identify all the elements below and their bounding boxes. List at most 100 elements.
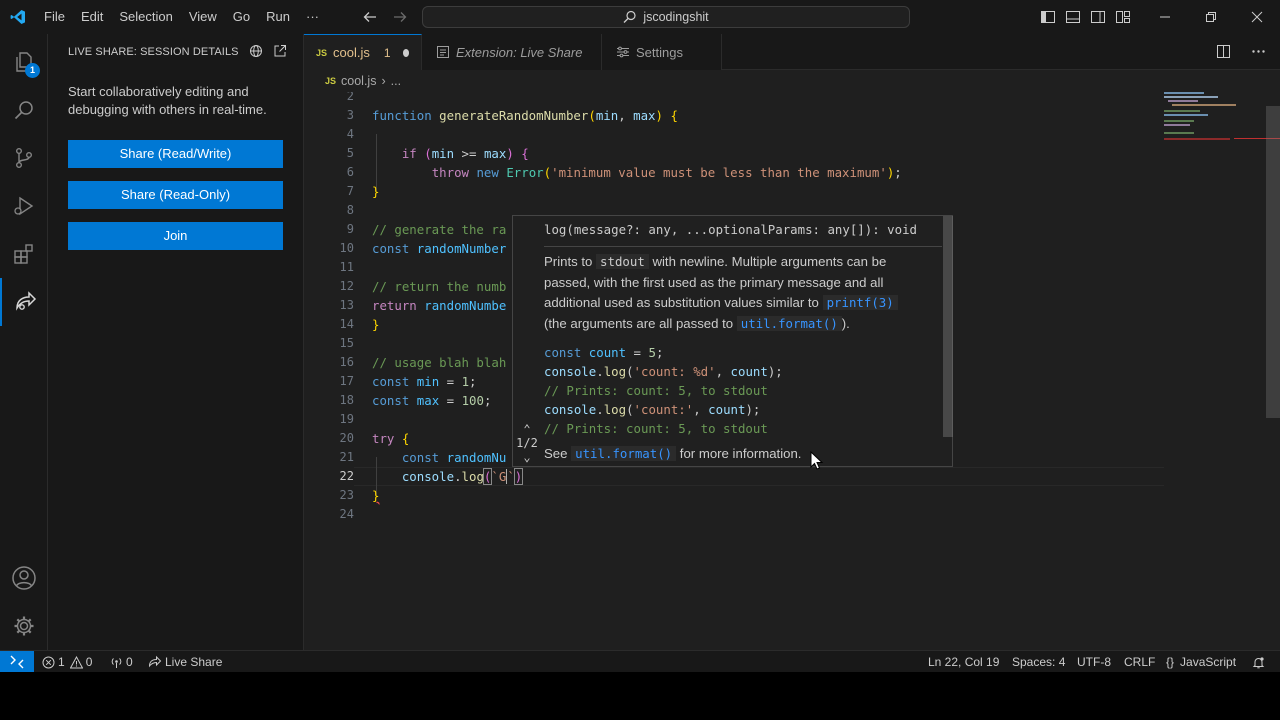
- editor-tabs: JS cool.js 1 Extension: Live Share Setti…: [304, 34, 1280, 70]
- line-number: 17: [339, 374, 354, 388]
- error-icon: [42, 656, 55, 668]
- encoding-status[interactable]: UTF-8: [1077, 651, 1111, 673]
- ports-count: 0: [126, 655, 133, 669]
- share-read-write-button[interactable]: Share (Read/Write): [68, 140, 283, 168]
- explorer-button[interactable]: 1: [0, 38, 48, 86]
- tab-cool-js[interactable]: JS cool.js 1: [304, 34, 422, 70]
- indentation-status[interactable]: Spaces: 4: [1012, 651, 1065, 673]
- split-editor-icon[interactable]: [1216, 44, 1231, 59]
- line-number: 4: [346, 127, 354, 141]
- line-number: 13: [339, 298, 354, 312]
- minimap-line: [1164, 124, 1190, 126]
- line-number: 10: [339, 241, 354, 255]
- eol-status[interactable]: CRLF: [1124, 651, 1155, 673]
- join-button[interactable]: Join: [68, 222, 283, 250]
- tab-extension-live-share[interactable]: Extension: Live Share: [422, 34, 602, 70]
- back-arrow-icon[interactable]: [362, 9, 378, 25]
- code-line: }: [372, 488, 380, 503]
- search-icon: [14, 101, 33, 120]
- minimap[interactable]: [1162, 92, 1280, 650]
- menu-view[interactable]: View: [181, 0, 225, 34]
- toggle-panel-icon[interactable]: [1065, 9, 1081, 25]
- live-share-icon: [16, 291, 37, 311]
- breadcrumb-symbol[interactable]: ...: [391, 74, 401, 88]
- live-share-status[interactable]: Live Share: [148, 651, 222, 673]
- run-debug-button[interactable]: [0, 182, 48, 230]
- manage-button[interactable]: [0, 602, 48, 650]
- remote-icon: [10, 655, 24, 669]
- open-external-icon[interactable]: [273, 44, 287, 58]
- close-icon: [1251, 11, 1263, 23]
- share-read-only-button[interactable]: Share (Read-Only): [68, 181, 283, 209]
- minimap-line: [1164, 110, 1200, 112]
- remote-indicator-button[interactable]: [0, 651, 34, 673]
- code-line: const randomNu: [401, 450, 507, 465]
- more-actions-icon[interactable]: [1251, 44, 1266, 59]
- vertical-scrollbar[interactable]: [1266, 106, 1280, 418]
- doc-code-example: const count = 5; console.log('count: %d'…: [544, 345, 783, 436]
- forward-arrow-icon[interactable]: [392, 9, 408, 25]
- line-number: 12: [339, 279, 354, 293]
- signature-text: log(message?: any, ...optionalParams: an…: [544, 222, 917, 237]
- search-view-button[interactable]: [0, 86, 48, 134]
- breadcrumb-file[interactable]: cool.js: [341, 74, 376, 88]
- extensions-button[interactable]: [0, 230, 48, 278]
- menu-selection[interactable]: Selection: [111, 0, 180, 34]
- minimap-error-line: [1164, 138, 1230, 140]
- minimize-button[interactable]: [1142, 0, 1188, 34]
- accounts-button[interactable]: [0, 554, 48, 602]
- chevron-down-icon[interactable]: ⌄: [513, 451, 541, 463]
- line-number: 15: [339, 336, 354, 350]
- hover-documentation: Prints to stdout with newline. Multiple …: [544, 252, 924, 334]
- menu-edit[interactable]: Edit: [73, 0, 111, 34]
- source-control-button[interactable]: [0, 134, 48, 182]
- menu-go[interactable]: Go: [225, 0, 258, 34]
- tab-settings[interactable]: Settings: [602, 34, 722, 70]
- line-number: 16: [339, 355, 354, 369]
- source-control-icon: [15, 148, 32, 169]
- line-number: 19: [339, 412, 354, 426]
- line-number: 9: [346, 222, 354, 236]
- doc-link-util-format[interactable]: util.format(): [736, 315, 842, 331]
- toggle-secondary-sidebar-icon[interactable]: [1090, 9, 1106, 25]
- chevron-up-icon[interactable]: ⌃: [513, 423, 541, 435]
- restore-button[interactable]: [1188, 0, 1234, 34]
- vscode-logo-icon: [0, 0, 36, 34]
- minimap-line: [1172, 104, 1236, 106]
- problems-status[interactable]: 1 0: [42, 651, 92, 673]
- ports-status[interactable]: 0: [110, 651, 133, 673]
- tab-problem-count: 1: [383, 45, 391, 60]
- warning-count: 0: [85, 655, 93, 669]
- hover-separator: [544, 246, 942, 247]
- minimap-line: [1164, 96, 1218, 98]
- menu-file[interactable]: File: [36, 0, 73, 34]
- doc-text: Prints to: [544, 254, 597, 269]
- account-icon: [12, 566, 36, 590]
- doc-text: ).: [841, 315, 850, 331]
- code-line: // generate the ra: [372, 222, 507, 237]
- line-number: 21: [339, 450, 354, 464]
- doc-link-util-format[interactable]: util.format(): [571, 446, 677, 461]
- toggle-primary-sidebar-icon[interactable]: [1040, 9, 1056, 25]
- close-button[interactable]: [1234, 0, 1280, 34]
- doc-text: for more information.: [676, 446, 802, 461]
- code-line-current: console.log(`G`): [401, 468, 524, 485]
- hover-scrollbar[interactable]: [943, 216, 953, 437]
- menu-more[interactable]: ···: [298, 0, 327, 34]
- javascript-file-icon: JS: [316, 47, 328, 58]
- customize-layout-icon[interactable]: [1115, 9, 1131, 25]
- command-center-search[interactable]: jscodingshit: [422, 6, 910, 28]
- title-bar: File Edit Selection View Go Run ··· jsco…: [0, 0, 1280, 34]
- notifications-button[interactable]: [1252, 651, 1265, 673]
- language-mode-status[interactable]: {} JavaScript: [1166, 651, 1236, 673]
- unsaved-dot-icon[interactable]: [402, 48, 409, 57]
- live-share-button[interactable]: [0, 278, 48, 326]
- menu-run[interactable]: Run: [258, 0, 298, 34]
- globe-icon[interactable]: [249, 44, 263, 58]
- cursor-position-status[interactable]: Ln 22, Col 19: [928, 651, 999, 673]
- nav-arrows: [362, 0, 408, 34]
- doc-link-printf[interactable]: printf(3): [822, 295, 898, 310]
- tab-label: cool.js: [333, 45, 370, 60]
- line-number: 5: [346, 146, 354, 160]
- line-number: 6: [346, 165, 354, 179]
